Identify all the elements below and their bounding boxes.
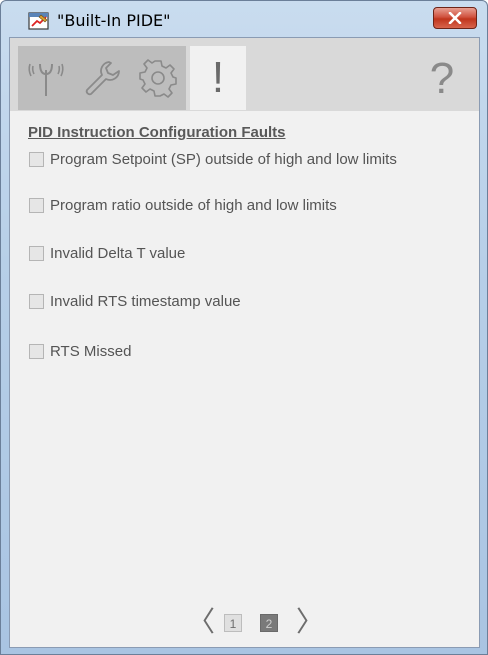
faceplate-window: "Built-In PIDE" ! ? PID Instruction Conf…	[0, 0, 488, 655]
close-icon	[448, 12, 462, 24]
fault-checkbox	[29, 343, 44, 359]
app-icon	[28, 12, 49, 30]
page-1-button[interactable]: 1	[224, 614, 242, 632]
fault-label: RTS Missed	[50, 342, 132, 360]
fault-item: Program Setpoint (SP) outside of high an…	[29, 150, 397, 168]
tab-engineering[interactable]	[130, 46, 186, 110]
tab-faults[interactable]: !	[190, 46, 246, 110]
fault-label: Invalid RTS timestamp value	[50, 292, 241, 310]
fault-checkbox	[29, 197, 44, 213]
fault-checkbox	[29, 151, 44, 167]
help-button[interactable]: ?	[422, 56, 462, 102]
fault-checkbox	[29, 245, 44, 261]
tab-operator[interactable]	[18, 46, 74, 110]
antenna-icon	[28, 63, 64, 96]
window-title: "Built-In PIDE"	[57, 11, 171, 30]
gear-icon	[139, 59, 177, 98]
page-2-button[interactable]: 2	[260, 614, 278, 632]
exclamation-icon: !	[211, 53, 225, 102]
fault-label: Invalid Delta T value	[50, 244, 186, 262]
next-page-button[interactable]: 〉	[296, 606, 324, 638]
close-button[interactable]	[433, 7, 477, 29]
page-navigator: 〈 1 2 〉	[10, 602, 479, 642]
fault-item: RTS Missed	[29, 342, 131, 360]
fault-item: Invalid Delta T value	[29, 244, 185, 262]
fault-item: Invalid RTS timestamp value	[29, 292, 241, 310]
tab-maintenance[interactable]	[74, 46, 130, 110]
fault-label: Program Setpoint (SP) outside of high an…	[50, 150, 397, 168]
title-bar[interactable]: "Built-In PIDE"	[1, 1, 487, 37]
faceplate-client-area: ! ? PID Instruction Configuration Faults…	[9, 37, 480, 648]
tab-bar: ! ?	[10, 38, 479, 111]
previous-page-button[interactable]: 〈	[187, 606, 215, 638]
wrench-icon	[85, 61, 120, 96]
fault-item: Program ratio outside of high and low li…	[29, 196, 337, 214]
fault-checkbox	[29, 293, 44, 309]
faults-section-title: PID Instruction Configuration Faults	[28, 124, 286, 141]
fault-label: Program ratio outside of high and low li…	[50, 196, 337, 214]
